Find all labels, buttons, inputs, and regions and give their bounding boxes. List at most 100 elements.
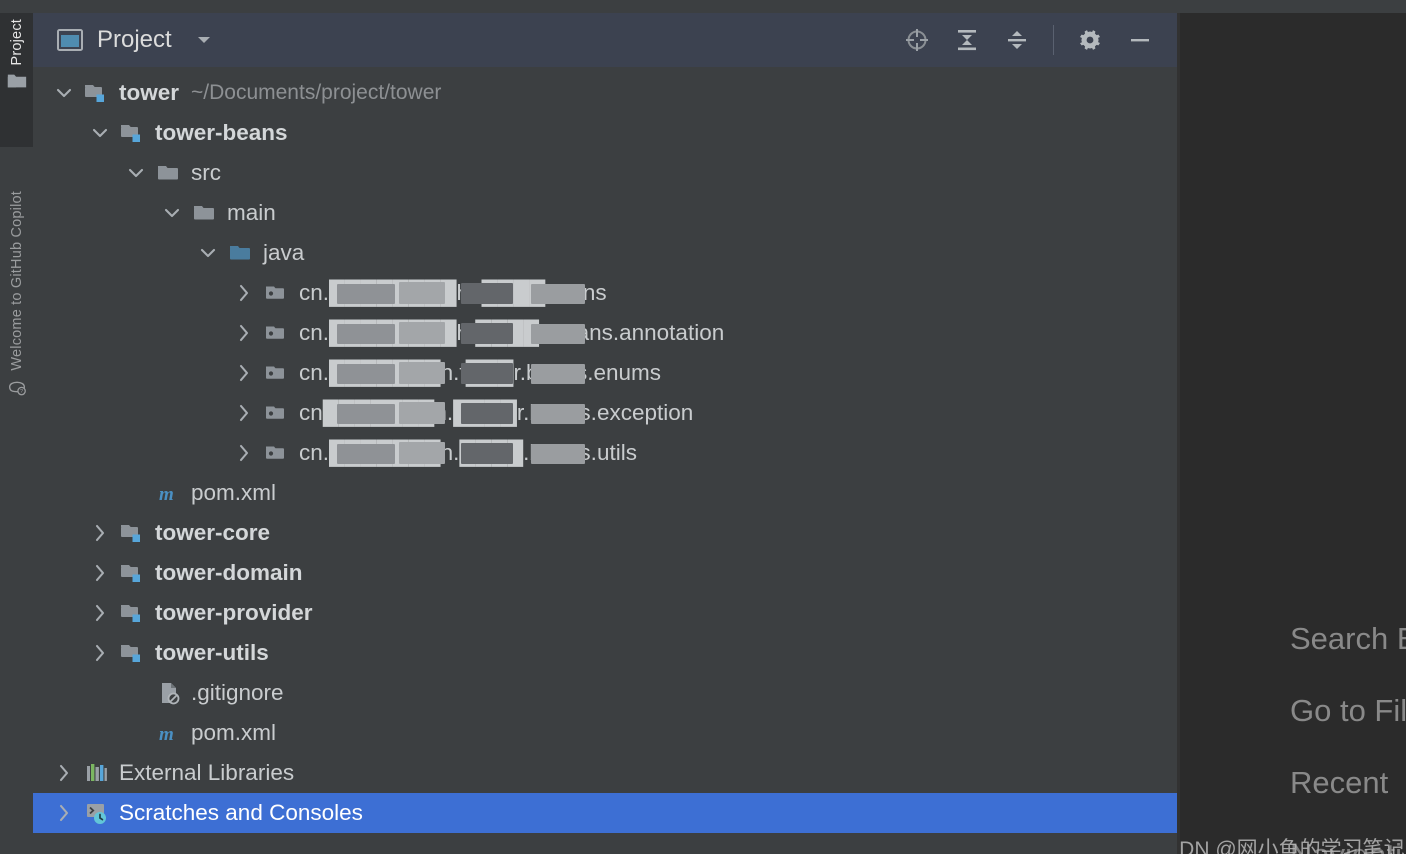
redaction-block [461,443,513,464]
expand-all-icon[interactable] [953,26,981,54]
chevron-right-icon[interactable] [233,322,255,344]
chevron-down-icon[interactable] [53,82,75,104]
tree-row[interactable]: cn.████████h.████r.beans.annotation [33,313,1180,353]
tree-row[interactable]: cn.████████h.t████beans [33,273,1180,313]
collapse-all-icon[interactable] [1003,26,1031,54]
tree-row[interactable]: tower-provider [33,593,1180,633]
project-tree: tower ~/Documents/project/tower tower-bean… [33,67,1180,833]
tree-row[interactable]: cn.███████h.t███r.beans.enums [33,353,1180,393]
tree-row[interactable]: tower ~/Documents/project/tower [33,73,1180,113]
editor-top-gap [1180,0,1406,13]
redaction-block [337,284,395,304]
folder-icon [158,166,178,180]
gitignore-file-icon [162,683,180,705]
chevron-right-icon[interactable] [89,602,111,624]
chevron-down-icon[interactable] [197,242,219,264]
package-icon [266,366,284,379]
chevron-right-icon[interactable] [89,562,111,584]
project-window-icon [57,29,83,51]
redaction-block [531,404,585,424]
tree-row[interactable]: .gitignore [33,673,1180,713]
tree-row-selected[interactable]: Scratches and Consoles [33,793,1180,833]
redaction-block [337,364,395,384]
module-folder-icon [121,645,140,662]
chevron-right-icon[interactable] [233,442,255,464]
tree-row-label: External Libraries [119,760,295,785]
tree-row-label: cn.███████h.████.beans.utils [299,440,637,465]
tree-row-label: cn.███████h.t███r.beans.enums [299,360,662,385]
svg-text:m: m [159,484,174,505]
tree-row[interactable]: m pom.xml [33,713,1180,753]
redaction-block [399,442,445,464]
chevron-right-icon[interactable] [233,362,255,384]
chevron-right-icon[interactable] [233,282,255,304]
tree-row[interactable]: tower-domain [33,553,1180,593]
project-tool-window: Project tower ~/Documents/project/tower … [33,13,1180,854]
locate-target-icon[interactable] [903,26,931,54]
tree-row-label: cn.████████h.████r.beans.annotation [299,320,725,345]
package-icon [266,286,284,299]
ide-window: Project Welcome to GitHub Copilot ? Proj… [0,0,1406,854]
redaction-block [461,323,513,344]
source-root-folder-icon [230,246,250,260]
chevron-right-icon[interactable] [53,762,75,784]
gear-icon[interactable] [1076,26,1104,54]
chevron-right-icon[interactable] [89,642,111,664]
package-icon [266,406,284,419]
tree-row[interactable]: External Libraries [33,753,1180,793]
tool-window-bar-left: Project Welcome to GitHub Copilot ? [0,13,33,854]
chevron-down-icon[interactable] [161,202,183,224]
tree-row-label: main [227,200,276,225]
tree-row[interactable]: java [33,233,1180,273]
redaction-block [531,444,585,464]
toolbar-separator [1053,25,1054,55]
folder-icon [7,74,26,87]
tree-row-path: ~/Documents/project/tower [191,81,442,104]
chevron-down-icon[interactable] [89,122,111,144]
tree-row-label: tower [119,80,180,105]
maven-pom-icon: m [159,724,174,745]
tree-row[interactable]: cn.███████h.████.beans.utils [33,433,1180,473]
tree-row-label: Scratches and Consoles [119,800,363,825]
tree-row[interactable]: tower-beans [33,113,1180,153]
redaction-block [531,324,585,344]
libraries-icon [87,764,107,781]
tree-row[interactable]: src [33,153,1180,193]
redaction-block [461,283,513,304]
editor-hint-recent-files: Recent [1290,765,1389,800]
tool-window-button-project-label: Project [8,19,25,66]
scratches-icon [87,804,106,824]
chevron-down-icon[interactable] [125,162,147,184]
svg-text:?: ? [20,389,23,395]
redaction-block [461,403,513,424]
chevron-down-icon[interactable] [194,30,214,50]
redaction-block [337,324,395,344]
tree-row[interactable]: cn███████h.████r.beans.exception [33,393,1180,433]
tree-row-label: src [191,160,221,185]
chevron-right-icon[interactable] [53,802,75,824]
tree-row-label: tower-beans [155,120,288,145]
tree-row[interactable]: main [33,193,1180,233]
redaction-block [337,444,395,464]
redaction-block [399,322,445,344]
tree-row[interactable]: tower-core [33,513,1180,553]
minimize-icon[interactable] [1126,26,1154,54]
module-folder-icon [121,605,140,622]
maven-pom-icon: m [159,484,174,505]
tool-window-button-copilot[interactable]: Welcome to GitHub Copilot ? [0,185,33,525]
redaction-block [399,362,445,384]
editor-hint-search: Search E [1290,621,1406,656]
editor-empty-area: Search E Go to Fil Recent Navigati CSDN … [1180,13,1406,854]
editor-hint-goto-file: Go to Fil [1290,693,1406,728]
tree-row[interactable]: tower-utils [33,633,1180,673]
watermark: CSDN @网小鱼的学习笔记 [1180,838,1405,854]
module-folder-icon [85,85,104,102]
chevron-right-icon[interactable] [89,522,111,544]
module-folder-icon [121,565,140,582]
module-folder-icon [121,125,140,142]
tree-row[interactable]: m pom.xml [33,473,1180,513]
page-title: Project [97,26,172,53]
chevron-right-icon[interactable] [233,402,255,424]
tool-window-button-project[interactable]: Project [0,13,33,147]
tree-row-label: tower-provider [155,600,313,625]
